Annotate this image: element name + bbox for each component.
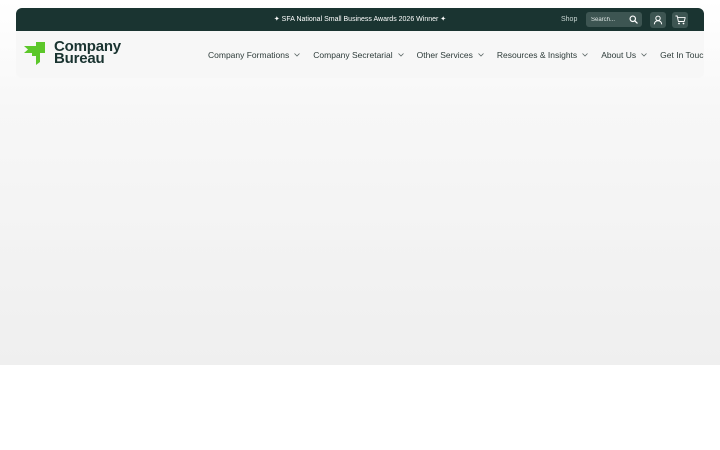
cart-button[interactable] [672, 12, 688, 28]
nav-item-label: Company Secretarial [313, 49, 393, 60]
nav-item-label: Get In Touch [660, 49, 704, 60]
nav-item-about-us[interactable]: About Us [601, 50, 647, 60]
chevron-down-icon [397, 52, 404, 57]
nav-item-label: About Us [601, 49, 637, 60]
chevron-down-icon [641, 52, 647, 57]
nav-item-label: Other Services [416, 49, 473, 60]
company-bureau-logo[interactable]: Company Bureau [23, 39, 121, 66]
nav-item-company-formations[interactable]: Company Formations [208, 49, 301, 60]
site-header: ✦ SFA National Small Business Awards 202… [16, 8, 704, 78]
top-bar: ✦ SFA National Small Business Awards 202… [16, 8, 704, 31]
chevron-down-icon [478, 52, 484, 57]
nav-item-resources-insights[interactable]: Resources & Insights [497, 50, 588, 60]
shop-link[interactable]: Shop [561, 8, 577, 31]
nav-item-label: Company Formations [208, 49, 290, 60]
user-icon [653, 15, 663, 25]
chevron-down-icon [582, 52, 588, 57]
logo-mark-icon [24, 42, 45, 65]
nav-item-other-services[interactable]: Other Services [417, 50, 484, 60]
nav-item-get-in-touch[interactable]: Get In Touch [660, 50, 704, 60]
chevron-down-icon [294, 52, 301, 57]
cart-icon [675, 15, 686, 25]
nav-item-company-secretarial[interactable]: Company Secretarial [313, 49, 404, 60]
nav-menu: Company Formations Company Secretarial O… [208, 31, 704, 78]
nav-item-label: Resources & Insights [496, 49, 578, 60]
search-input[interactable] [591, 16, 631, 23]
search-icon[interactable] [629, 15, 638, 24]
search-box[interactable] [586, 12, 642, 27]
main-nav: Company Bureau Company Formations Compan… [16, 31, 704, 78]
account-button[interactable] [650, 12, 666, 28]
